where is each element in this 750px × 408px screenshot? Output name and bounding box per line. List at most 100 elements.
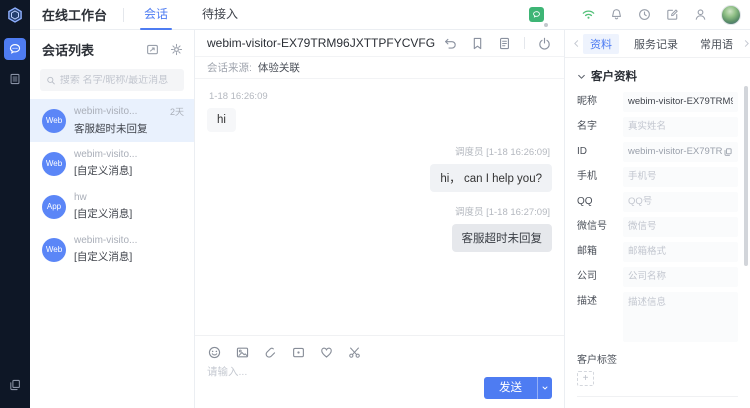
hexagon-logo-icon (6, 6, 24, 24)
screenshot-icon[interactable] (291, 345, 306, 360)
compose-icon[interactable] (665, 7, 680, 22)
settings-gear-icon[interactable] (169, 42, 184, 57)
user-avatar[interactable] (721, 5, 741, 25)
wechat-field[interactable]: 微信号 (623, 217, 738, 237)
add-tag-button[interactable]: + (577, 371, 594, 386)
conversation-item[interactable]: App hw [自定义消息] (30, 185, 194, 228)
search-input[interactable] (60, 75, 178, 86)
copy-icon[interactable] (723, 147, 733, 157)
avatar: Web (42, 152, 66, 176)
rail-item-records[interactable] (4, 68, 26, 90)
agent-message-meta: 调度员 [1-18 16:27:09] (455, 204, 550, 218)
company-field[interactable]: 公司名称 (623, 267, 738, 287)
conversation-title: hw (74, 192, 87, 203)
scrollbar-thumb[interactable] (744, 86, 748, 266)
document-icon (8, 72, 22, 86)
scissors-icon[interactable] (347, 345, 362, 360)
field-label: 邮箱 (577, 242, 623, 262)
field-row: 公司 公司名称 (577, 267, 738, 287)
phone-field[interactable]: 手机号 (623, 167, 738, 187)
top-bar-main: 在线工作台 会话 待接入 (30, 0, 750, 29)
send-button-group: 发送 (484, 377, 552, 399)
conversation-item[interactable]: Web webim-visito... [自定义消息] (30, 228, 194, 271)
send-options-button[interactable] (537, 377, 552, 399)
chat-header-actions (443, 36, 552, 51)
field-label: 微信号 (577, 217, 623, 237)
nickname-field[interactable]: webim-visitor-EX79TRM96JX1 (623, 92, 738, 112)
name-field[interactable]: 真实姓名 (623, 117, 738, 137)
favorite-icon[interactable] (319, 345, 334, 360)
tabs-scroll-left[interactable] (570, 39, 583, 48)
chevron-down-icon (541, 384, 549, 392)
left-rail (0, 30, 30, 408)
divider (524, 37, 525, 49)
rail-item-chat[interactable] (4, 38, 26, 60)
online-status-icon[interactable] (529, 7, 544, 22)
message-input[interactable] (207, 366, 449, 378)
bookmark-icon[interactable] (470, 36, 485, 51)
tab-profile[interactable]: 资料 (583, 34, 619, 54)
chevron-left-icon (572, 39, 581, 48)
conversation-list-panel: 会话列表 (30, 30, 195, 408)
field-label: 手机 (577, 167, 623, 187)
field-row: QQ QQ号 (577, 192, 738, 212)
conversation-item[interactable]: Web webim-visito... [自定义消息] (30, 142, 194, 185)
emoji-icon[interactable] (207, 345, 222, 360)
customer-info-body: 客户资料 昵称 webim-visitor-EX79TRM96JX1 名字 真实… (565, 58, 750, 408)
divider (577, 396, 738, 397)
clock-icon[interactable] (637, 7, 652, 22)
message-list: 1-18 16:26:09 hi 调度员 [1-18 16:26:09] hi，… (195, 79, 564, 335)
conversation-title: webim-visito... (74, 235, 137, 246)
tab-quick-phrases[interactable]: 常用语 (693, 34, 740, 54)
tab-service-records[interactable]: 服务记录 (627, 34, 685, 54)
message-timestamp: 1-18 16:26:09 (209, 91, 552, 102)
tab-pending[interactable]: 待接入 (198, 0, 242, 30)
app-logo[interactable] (0, 0, 30, 30)
system-message: 客服超时未回复 (452, 224, 553, 252)
agent-message: hi， can I help you? (430, 164, 552, 192)
bell-icon[interactable] (609, 7, 624, 22)
email-field[interactable]: 邮箱格式 (623, 242, 738, 262)
field-label: 昵称 (577, 92, 623, 112)
tabs-scroll-right[interactable] (740, 39, 750, 48)
search-icon (46, 75, 56, 86)
notes-icon[interactable] (497, 36, 512, 51)
app-title: 在线工作台 (42, 5, 107, 24)
quick-reply-icon[interactable] (145, 42, 160, 57)
chevron-down-icon (577, 72, 586, 81)
chat-visitor-title: webim-visitor-EX79TRM96JXTTPFYCVFG (207, 36, 435, 50)
avatar: Web (42, 109, 66, 133)
conversation-search[interactable] (40, 69, 184, 91)
tab-sessions[interactable]: 会话 (140, 0, 172, 30)
agent-icon[interactable] (693, 7, 708, 22)
chat-source-row: 会话来源: 体验关联 (195, 57, 564, 79)
conversation-item[interactable]: Web webim-visito... 2天 客服超时未回复 (30, 99, 194, 142)
source-value: 体验关联 (258, 60, 300, 75)
top-bar-actions (529, 5, 750, 25)
image-icon[interactable] (235, 345, 250, 360)
id-field: webim-visitor-EX79TRM96J (623, 142, 738, 162)
transfer-icon[interactable] (443, 36, 458, 51)
customer-profile-section-header[interactable]: 客户资料 (577, 68, 738, 84)
wifi-icon[interactable] (581, 7, 596, 22)
customer-info-panel: 资料 服务记录 常用语 客户资料 昵称 webim-visitor-EX79TR… (565, 30, 750, 408)
description-field[interactable]: 描述信息 (623, 292, 738, 342)
qq-field[interactable]: QQ号 (623, 192, 738, 212)
paperclip-icon[interactable] (263, 345, 278, 360)
rail-item-apps[interactable] (4, 374, 26, 396)
top-bar: 在线工作台 会话 待接入 (0, 0, 750, 30)
send-button[interactable]: 发送 (484, 377, 537, 399)
field-label: 描述 (577, 292, 623, 342)
copy-stack-icon (8, 378, 22, 392)
customer-tags-label: 客户标签 (577, 351, 738, 366)
conversation-list-title: 会话列表 (42, 40, 94, 59)
field-label: QQ (577, 192, 623, 212)
composer-toolbar (207, 342, 552, 362)
avatar: App (42, 195, 66, 219)
conversation-preview: 客服超时未回复 (74, 121, 184, 136)
field-row: 邮箱 邮箱格式 (577, 242, 738, 262)
field-row: 名字 真实姓名 (577, 117, 738, 137)
power-icon[interactable] (537, 36, 552, 51)
conversation-title: webim-visito... (74, 149, 137, 160)
status-dot (544, 23, 548, 27)
